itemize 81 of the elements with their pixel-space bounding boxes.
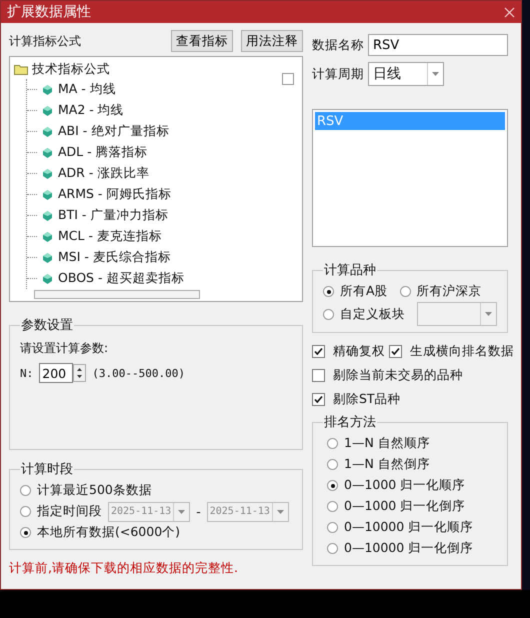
- radio-button[interactable]: [327, 522, 338, 533]
- checkbox-label: 剔除ST品种: [333, 390, 401, 408]
- radio-button[interactable]: [20, 506, 31, 517]
- formula-icon: [43, 232, 52, 242]
- field-label: 计算周期: [312, 66, 364, 82]
- dropdown-arrow-icon: [178, 510, 186, 514]
- tree-item[interactable]: MA - 均线: [58, 81, 116, 98]
- field-label: 数据名称: [312, 36, 364, 54]
- tree-item[interactable]: ABI - 绝对广量指标: [58, 123, 170, 140]
- option-label: 1—N 自然顺序: [344, 435, 430, 452]
- option-label: 0—1000 归一化倒序: [344, 498, 466, 515]
- tree-item[interactable]: OBOS - 超买超卖指标: [58, 270, 184, 287]
- dropdown-arrow-icon: [276, 510, 284, 514]
- date-separator: -: [196, 504, 201, 519]
- option-label: 计算最近500条数据: [37, 482, 152, 499]
- block-dropdown[interactable]: [417, 302, 497, 326]
- formula-icon: [43, 210, 52, 220]
- option-label: 本地所有数据(<6000个): [37, 524, 180, 541]
- checkbox-label: 精确复权: [333, 342, 385, 360]
- option-label: 所有沪深京: [416, 283, 482, 300]
- name-input[interactable]: RSV: [368, 34, 508, 56]
- folder-icon[interactable]: [14, 64, 28, 74]
- radio-button[interactable]: [20, 527, 31, 538]
- tree-item[interactable]: BTI - 广量冲力指标: [58, 207, 168, 224]
- formula-icon: [43, 84, 52, 94]
- tree-item[interactable]: MA2 - 均线: [58, 102, 124, 119]
- radio-button[interactable]: [20, 485, 31, 496]
- formula-icon: [43, 126, 52, 136]
- tree-item[interactable]: MCL - 麦克连指标: [58, 228, 162, 245]
- option-label: 0—10000 归一化顺序: [344, 519, 474, 536]
- radio-button[interactable]: [327, 480, 338, 491]
- spin-field[interactable]: 200: [39, 363, 74, 383]
- dropdown-arrow-icon: [485, 312, 492, 316]
- formula-icon: [43, 168, 52, 178]
- checkbox[interactable]: [312, 344, 325, 358]
- checkbox[interactable]: [389, 344, 402, 358]
- close-icon[interactable]: [504, 6, 515, 18]
- section-label: 计算指标公式: [9, 32, 81, 50]
- param-name: N:: [20, 366, 34, 380]
- formula-icon: [43, 252, 52, 262]
- radio-button[interactable]: [327, 543, 338, 554]
- param-prompt: 请设置计算参数:: [20, 340, 110, 357]
- radio-button[interactable]: [323, 286, 334, 297]
- radio-button[interactable]: [327, 438, 338, 449]
- checkbox[interactable]: [312, 368, 325, 382]
- option-label: 所有A股: [340, 283, 388, 300]
- dropdown-arrow-icon: [432, 72, 439, 76]
- tree-item[interactable]: MSI - 麦氏综合指标: [58, 249, 171, 266]
- tree-item[interactable]: ADL - 腾落指标: [58, 144, 148, 161]
- scroll-box[interactable]: [282, 73, 294, 85]
- formula-icon: [43, 274, 52, 284]
- window-title: 扩展数据属性: [7, 3, 91, 21]
- option-label: 指定时间段: [37, 503, 102, 520]
- group-title: 参数设置: [20, 317, 74, 334]
- checkbox[interactable]: [312, 392, 325, 406]
- radio-button[interactable]: [327, 459, 338, 470]
- radio-button[interactable]: [323, 308, 334, 320]
- warning-note: 计算前,请确保下载的相应数据的完整性.: [9, 560, 239, 577]
- checkbox-label: 剔除当前未交易的品种: [333, 366, 463, 384]
- formula-icon: [43, 190, 52, 200]
- param-range: (3.00--500.00): [92, 366, 185, 380]
- option-label: 自定义板块: [340, 306, 405, 322]
- spinner-arrows-icon[interactable]: [73, 364, 86, 382]
- group-title: 计算品种: [323, 262, 377, 279]
- option-label: 0—1000 归一化顺序: [344, 477, 466, 494]
- tree-folder[interactable]: 技术指标公式: [32, 60, 110, 78]
- action-button[interactable]: 用法注释: [241, 30, 303, 52]
- tree-item[interactable]: ADR - 涨跌比率: [58, 165, 150, 182]
- radio-button[interactable]: [400, 286, 411, 297]
- tree-item[interactable]: ARMS - 阿姆氏指标: [58, 186, 172, 203]
- action-button[interactable]: 查看指标: [171, 30, 233, 52]
- checkbox-label: 生成横向排名数据: [410, 342, 514, 360]
- radio-button[interactable]: [327, 501, 338, 512]
- horizontal-scrollbar[interactable]: [34, 290, 200, 299]
- period-dropdown[interactable]: 日线: [368, 62, 444, 86]
- formula-icon: [43, 106, 52, 116]
- group-title: 排名方法: [323, 414, 377, 431]
- option-label: 1—N 自然倒序: [344, 456, 430, 473]
- option-label: 0—10000 归一化倒序: [344, 540, 474, 557]
- group-title: 计算时段: [20, 461, 74, 478]
- formula-icon: [43, 148, 52, 158]
